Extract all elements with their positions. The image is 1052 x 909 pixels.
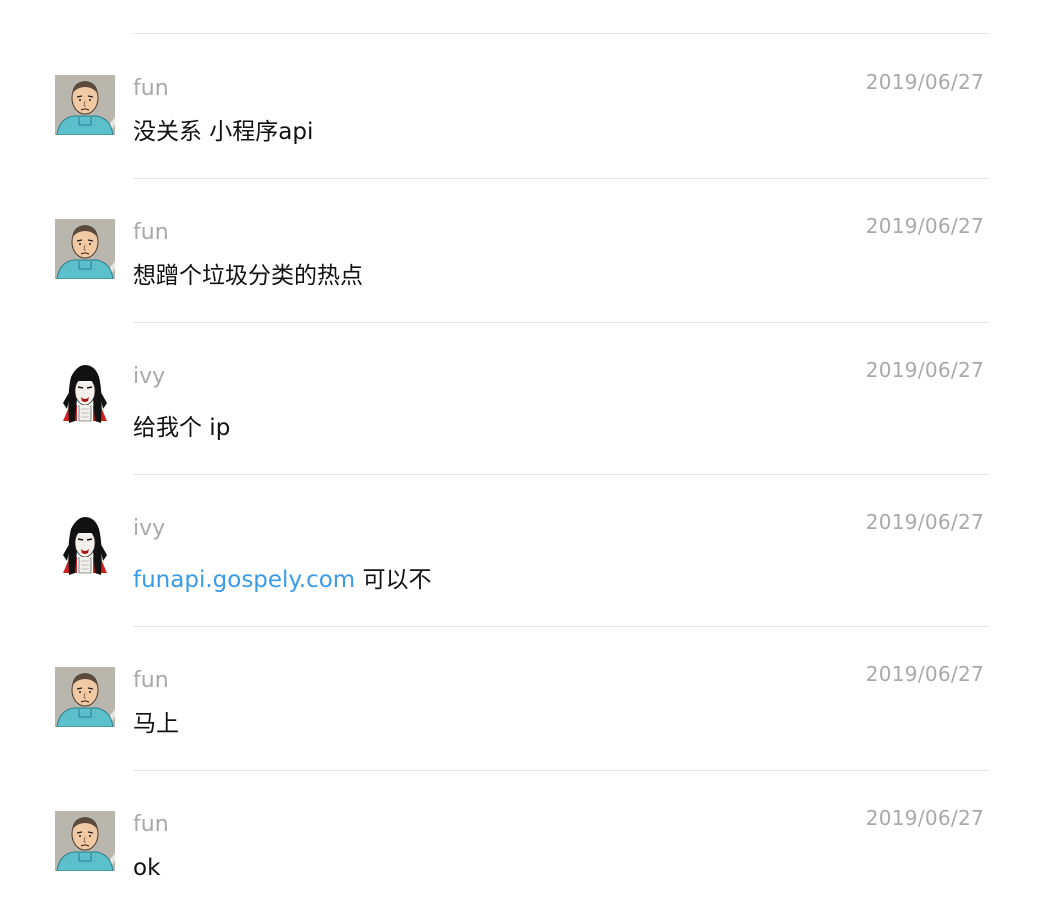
comment-item: ivy 2019/06/27 给我个 ip [0, 322, 1052, 475]
comment-item: fun 2019/06/27 想蹭个垃圾分类的热点 [0, 178, 1052, 323]
comment-item: fun 2019/06/27 马上 [0, 626, 1052, 771]
comment-item: fun 2019/06/27 没关系 小程序api [0, 34, 1052, 179]
ivy-avatar[interactable] [55, 363, 115, 423]
fun-avatar[interactable] [55, 811, 115, 871]
fun-avatar[interactable] [55, 667, 115, 727]
comment-text: ok [133, 855, 161, 881]
comment-date: 2019/06/27 [865, 806, 984, 830]
cartoon-face-icon [55, 811, 115, 871]
comment-date: 2019/06/27 [865, 510, 984, 534]
comment-text: 想蹭个垃圾分类的热点 [133, 263, 363, 289]
comment-author[interactable]: ivy [133, 516, 165, 542]
comment-item: ivy 2019/06/27 funapi.gospely.com 可以不 [0, 474, 1052, 627]
comment-text-suffix: 可以不 [355, 567, 432, 593]
vampire-face-icon [55, 515, 115, 575]
comment-date: 2019/06/27 [865, 662, 984, 686]
cartoon-face-icon [55, 75, 115, 135]
comment-text: 给我个 ip [133, 415, 231, 441]
ivy-avatar[interactable] [55, 515, 115, 575]
comment-author[interactable]: ivy [133, 364, 165, 390]
vampire-face-icon [55, 363, 115, 423]
comment-link[interactable]: funapi.gospely.com [133, 567, 355, 593]
comment-author[interactable]: fun [133, 76, 169, 102]
fun-avatar[interactable] [55, 75, 115, 135]
comment-date: 2019/06/27 [865, 358, 984, 382]
comment-text: 没关系 小程序api [133, 119, 314, 145]
comment-author[interactable]: fun [133, 220, 169, 246]
cartoon-face-icon [55, 219, 115, 279]
fun-avatar[interactable] [55, 219, 115, 279]
comment-date: 2019/06/27 [865, 70, 984, 94]
comment-author[interactable]: fun [133, 668, 169, 694]
comment-author[interactable]: fun [133, 812, 169, 838]
comment-date: 2019/06/27 [865, 214, 984, 238]
comment-text: funapi.gospely.com 可以不 [133, 566, 432, 594]
comment-item: fun 2019/06/27 ok [0, 770, 1052, 909]
cartoon-face-icon [55, 667, 115, 727]
comment-text: 马上 [133, 711, 179, 737]
